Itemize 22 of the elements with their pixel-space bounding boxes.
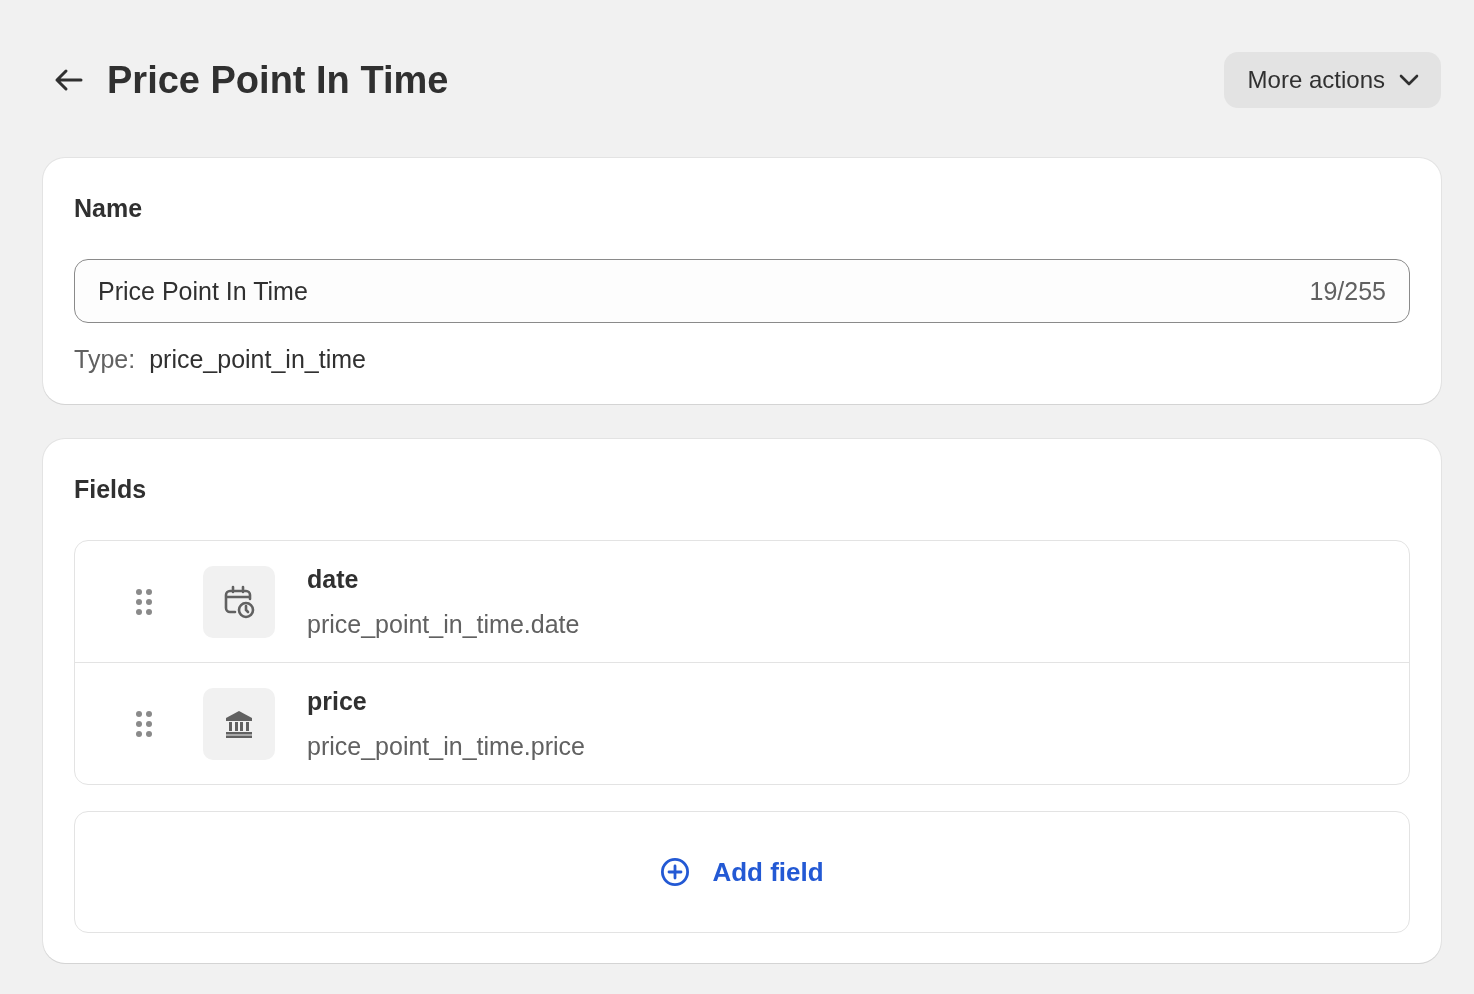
bank-icon (224, 709, 254, 738)
name-input-field[interactable]: Price Point In Time 19/255 (74, 259, 1410, 323)
character-counter: 19/255 (1309, 276, 1386, 306)
input-value: Price Point In Time (98, 276, 308, 306)
field-name: date (307, 564, 360, 594)
more-actions-button[interactable]: More actions (1223, 52, 1441, 108)
field-key: price_point_in_time.price (307, 731, 585, 761)
field-row[interactable]: date price_point_in_time.date (75, 541, 1409, 662)
type-value: price_point_in_time (149, 345, 366, 374)
section-heading: Fields (74, 475, 148, 504)
type-label: Type: (74, 345, 136, 374)
field-name: price (307, 686, 368, 716)
field-row[interactable]: price price_point_in_time.price (75, 662, 1409, 784)
section-heading: Name (74, 194, 144, 223)
plus-circle-icon (660, 857, 691, 887)
drag-handle-icon[interactable] (135, 588, 153, 615)
page-title: Price Point In Time (107, 58, 449, 102)
add-field-button[interactable]: Add field (74, 811, 1410, 933)
field-key: price_point_in_time.date (307, 609, 580, 639)
calendar-clock-icon (222, 584, 256, 619)
drag-handle-icon[interactable] (135, 710, 153, 737)
chevron-down-icon (1399, 74, 1419, 86)
